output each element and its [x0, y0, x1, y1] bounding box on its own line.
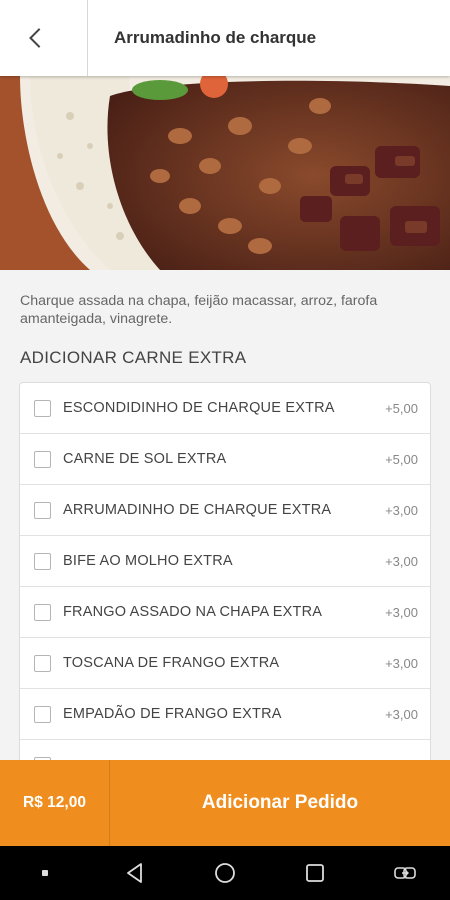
order-total-price: R$ 12,00 — [0, 760, 110, 846]
nav-home-button[interactable] — [200, 846, 250, 900]
extra-option-label: ESCONDIDINHO DE CHARQUE EXTRA — [63, 400, 335, 416]
extra-option[interactable]: ARRUMADINHO DE CHARQUE EXTRA +3,00 — [20, 485, 430, 536]
checkbox[interactable] — [34, 450, 51, 468]
extra-option[interactable]: ESCONDIDINHO DE CHARQUE EXTRA +5,00 — [20, 383, 430, 434]
product-image — [0, 76, 450, 270]
checkbox[interactable] — [34, 603, 51, 621]
recents-square-icon — [306, 864, 324, 882]
extra-option-price: +3,00 — [385, 604, 418, 620]
checkbox[interactable] — [34, 552, 51, 570]
checkbox[interactable] — [34, 501, 51, 519]
extra-option-price: +3,00 — [385, 553, 418, 569]
menu-button[interactable] — [20, 846, 70, 900]
extra-option-label: FRANGO ASSADO NA CHAPA EXTRA — [63, 604, 323, 620]
checkbox[interactable] — [34, 399, 51, 417]
home-circle-icon — [215, 863, 235, 883]
nav-recents-button[interactable] — [290, 846, 340, 900]
extra-option[interactable]: CARNE DE SOL EXTRA +5,00 — [20, 434, 430, 485]
extra-option-label: EMPADÃO DE FRANGO EXTRA — [63, 706, 282, 722]
extra-option[interactable]: BIFE AO MOLHO EXTRA +3,00 — [20, 536, 430, 587]
switch-apps-icon — [394, 867, 416, 879]
extras-section-title: ADICIONAR CARNE EXTRA — [20, 348, 247, 367]
extra-option-label: BIFE AO MOLHO EXTRA — [63, 553, 233, 569]
order-bar: R$ 12,00 Adicionar Pedido — [0, 760, 450, 846]
checkbox[interactable] — [34, 705, 51, 723]
system-nav-bar — [0, 846, 450, 900]
extra-option-price: +3,00 — [385, 655, 418, 671]
back-triangle-icon — [127, 863, 142, 883]
page-title: Arrumadinho de charque — [114, 28, 317, 47]
extra-option-price: +3,00 — [385, 706, 418, 722]
nav-back-button[interactable] — [110, 846, 160, 900]
extra-option-price: +3,00 — [385, 502, 418, 518]
product-description: Charque assada na chapa, feijão macassar… — [20, 293, 378, 327]
product-details: Charque assada na chapa, feijão macassar… — [0, 270, 450, 760]
checkbox[interactable] — [34, 654, 51, 672]
chevron-left-icon — [28, 28, 40, 48]
extras-list: ESCONDIDINHO DE CHARQUE EXTRA +5,00 CARN… — [19, 382, 431, 760]
extra-option-partial[interactable] — [20, 740, 430, 760]
extra-option-label: TOSCANA DE FRANGO EXTRA — [63, 655, 280, 671]
extra-option-label: CARNE DE SOL EXTRA — [63, 451, 227, 467]
nav-switch-button[interactable] — [380, 846, 430, 900]
screen: Arrumadinho de charque Charque assada na… — [0, 0, 450, 900]
add-order-button[interactable]: Adicionar Pedido — [110, 760, 450, 846]
extra-option-price: +5,00 — [385, 451, 418, 467]
back-button[interactable] — [0, 0, 88, 76]
extra-option[interactable]: FRANGO ASSADO NA CHAPA EXTRA +3,00 — [20, 587, 430, 638]
extra-option[interactable]: TOSCANA DE FRANGO EXTRA +3,00 — [20, 638, 430, 689]
extra-option[interactable]: EMPADÃO DE FRANGO EXTRA +3,00 — [20, 689, 430, 740]
extra-option-price: +5,00 — [385, 400, 418, 416]
extra-option-label: ARRUMADINHO DE CHARQUE EXTRA — [63, 502, 332, 518]
top-app-bar: Arrumadinho de charque — [0, 0, 450, 76]
menu-dot-icon — [42, 870, 48, 876]
